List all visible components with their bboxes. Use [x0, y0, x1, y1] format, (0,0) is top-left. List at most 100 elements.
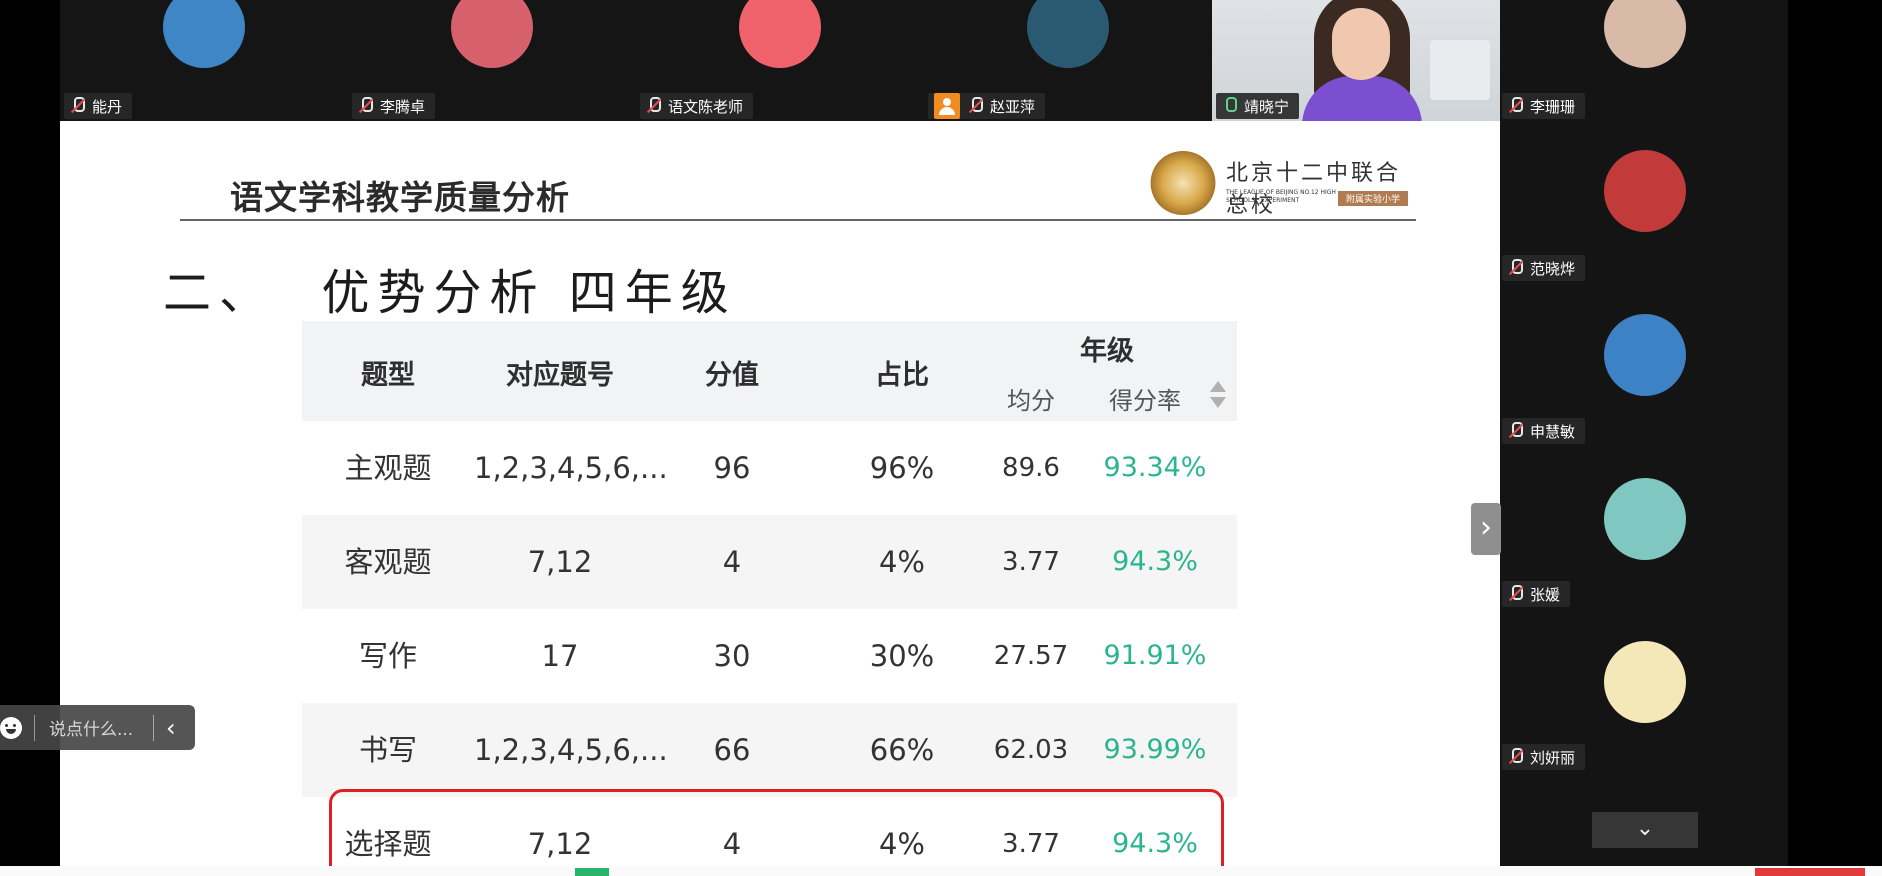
- chevron-right-icon: ›: [1480, 510, 1492, 545]
- avatar: [163, 0, 245, 68]
- divider: [153, 714, 154, 741]
- participant-name-tag: 语文陈老师: [640, 93, 754, 119]
- participant-tile[interactable]: 能丹: [60, 0, 348, 121]
- cell-score: 96: [713, 451, 751, 485]
- mic-muted-icon: [358, 97, 373, 115]
- cell-questions: 7,12: [527, 545, 593, 579]
- participant-column-right: 李珊珊 范晓烨 申慧敏 张媛 刘妍丽 ⌄: [1500, 0, 1788, 876]
- participant-name-tag: 李珊珊: [1502, 93, 1586, 119]
- mic-on-icon: [1222, 97, 1237, 115]
- title-divider: [180, 219, 1416, 221]
- header-questions: 对应题号: [506, 360, 614, 391]
- mic-muted-icon: [1508, 585, 1523, 603]
- participant-tile[interactable]: 范晓烨: [1500, 150, 1788, 313]
- speaker-video: [1302, 0, 1422, 121]
- slide-subtitle: 二、 优势分析 四年级: [163, 265, 737, 321]
- participant-name-tag: 刘妍丽: [1502, 744, 1586, 770]
- cell-score: 66: [713, 733, 751, 767]
- cell-ratio: 4%: [878, 545, 925, 579]
- participant-tile[interactable]: 张媛: [1500, 478, 1788, 641]
- participant-name: 能丹: [92, 97, 123, 116]
- logo-cn-text: 北京十二中联合总校: [1226, 161, 1402, 218]
- cell-rate: 91.91%: [1103, 640, 1207, 671]
- cell-ratio: 96%: [869, 451, 935, 485]
- meeting-window: 能丹 李腾卓 语文陈老师 赵亚萍 靖晓宁 李珊珊 范晓烨 申慧敏 张媛 刘妍丽 …: [0, 0, 1882, 876]
- cell-average: 62.03: [993, 735, 1069, 765]
- divider: [34, 714, 35, 741]
- mic-muted-icon: [646, 97, 661, 115]
- emoji-icon[interactable]: [0, 716, 22, 739]
- participant-tile[interactable]: 申慧敏: [1500, 314, 1788, 477]
- mic-muted-icon: [1508, 748, 1523, 766]
- chevron-left-icon[interactable]: ‹: [166, 714, 176, 742]
- avatar: [1604, 314, 1686, 396]
- participant-video-tile[interactable]: 靖晓宁: [1212, 0, 1500, 121]
- table-row: 书写 1,2,3,4,5,6,... 66 66% 62.03 93.99%: [302, 703, 1237, 797]
- cell-questions: 1,2,3,4,5,6,...: [474, 733, 668, 767]
- table-row: 客观题 7,12 4 4% 3.77 94.3%: [302, 515, 1237, 609]
- mic-muted-icon: [1508, 97, 1523, 115]
- next-page-button[interactable]: ›: [1471, 503, 1501, 555]
- highlight-annotation: [329, 789, 1224, 866]
- header-type: 题型: [361, 360, 415, 391]
- avatar: [739, 0, 821, 68]
- cell-average: 27.57: [993, 641, 1069, 671]
- participant-tile[interactable]: 赵亚萍: [924, 0, 1212, 121]
- bottom-toolbar-edge: [0, 866, 1882, 876]
- mic-muted-icon: [968, 97, 983, 115]
- participant-name: 李腾卓: [380, 97, 426, 116]
- avatar: [1604, 478, 1686, 560]
- participant-name: 张媛: [1530, 585, 1561, 604]
- shared-slide: 语文学科教学质量分析 北京十二中联合总校 THE LEAGUE OF BEIJI…: [60, 121, 1500, 866]
- cell-questions: 1,2,3,4,5,6,...: [474, 451, 668, 485]
- participant-name: 靖晓宁: [1244, 97, 1290, 116]
- cell-type: 客观题: [344, 545, 432, 579]
- avatar: [1604, 150, 1686, 232]
- score-table: 题型 对应题号 分值 占比 年级 均分 得分率 主观题 1,2,3,4,5,6,…: [302, 321, 1237, 866]
- participant-tile[interactable]: 语文陈老师: [636, 0, 924, 121]
- cell-ratio: 30%: [869, 639, 935, 673]
- user-icon: [934, 93, 960, 119]
- mic-muted-icon: [1508, 259, 1523, 277]
- participant-tile[interactable]: 刘妍丽: [1500, 641, 1788, 804]
- cell-rate: 93.99%: [1103, 734, 1207, 765]
- participant-name-tag: 靖晓宁: [1216, 93, 1300, 119]
- chevron-down-icon[interactable]: ⌄: [1592, 812, 1698, 848]
- cell-type: 主观题: [344, 451, 432, 485]
- cell-type: 写作: [358, 639, 417, 673]
- participant-name-tag: 李腾卓: [352, 93, 436, 119]
- participant-name: 李珊珊: [1530, 97, 1576, 116]
- participant-tile[interactable]: 李腾卓: [348, 0, 636, 121]
- cell-questions: 17: [541, 639, 579, 673]
- header-rate: 得分率: [1109, 387, 1181, 415]
- cell-average: 89.6: [1002, 453, 1060, 483]
- participant-strip-top: 能丹 李腾卓 语文陈老师 赵亚萍 靖晓宁: [60, 0, 1500, 121]
- participant-name-tag: 申慧敏: [1502, 418, 1586, 444]
- logo-badge: 附属实验小学: [1338, 191, 1409, 206]
- participant-name-tag: 赵亚萍: [928, 93, 1046, 119]
- participant-name: 刘妍丽: [1530, 748, 1576, 767]
- avatar: [1604, 0, 1686, 68]
- participant-name: 赵亚萍: [990, 97, 1036, 116]
- participant-tile[interactable]: 李珊珊: [1500, 0, 1788, 163]
- chat-input[interactable]: 说点什么...: [49, 715, 153, 740]
- header-grade: 年级: [1080, 336, 1134, 367]
- leave-button[interactable]: [1755, 868, 1865, 876]
- table-row: 写作 17 30 30% 27.57 91.91%: [302, 609, 1237, 703]
- toolbar-indicator: [575, 868, 609, 876]
- participant-name: 语文陈老师: [668, 97, 744, 116]
- slide-title: 语文学科教学质量分析: [230, 178, 570, 217]
- cell-ratio: 66%: [869, 733, 935, 767]
- header-average: 均分: [1007, 387, 1055, 415]
- header-ratio: 占比: [875, 360, 929, 391]
- cell-type: 书写: [358, 733, 417, 767]
- sort-icon[interactable]: [1210, 381, 1226, 411]
- chat-bar: 说点什么... ‹: [0, 705, 195, 750]
- table-header: 题型 对应题号 分值 占比 年级 均分 得分率: [302, 321, 1237, 421]
- cell-average: 3.77: [1002, 547, 1060, 577]
- logo-en-text: THE LEAGUE OF BEIJING NO.12 HIGH SCHOOLS…: [1226, 189, 1336, 204]
- avatar: [1027, 0, 1109, 68]
- cell-score: 30: [713, 639, 751, 673]
- mic-muted-icon: [70, 97, 85, 115]
- participant-name: 申慧敏: [1530, 422, 1576, 441]
